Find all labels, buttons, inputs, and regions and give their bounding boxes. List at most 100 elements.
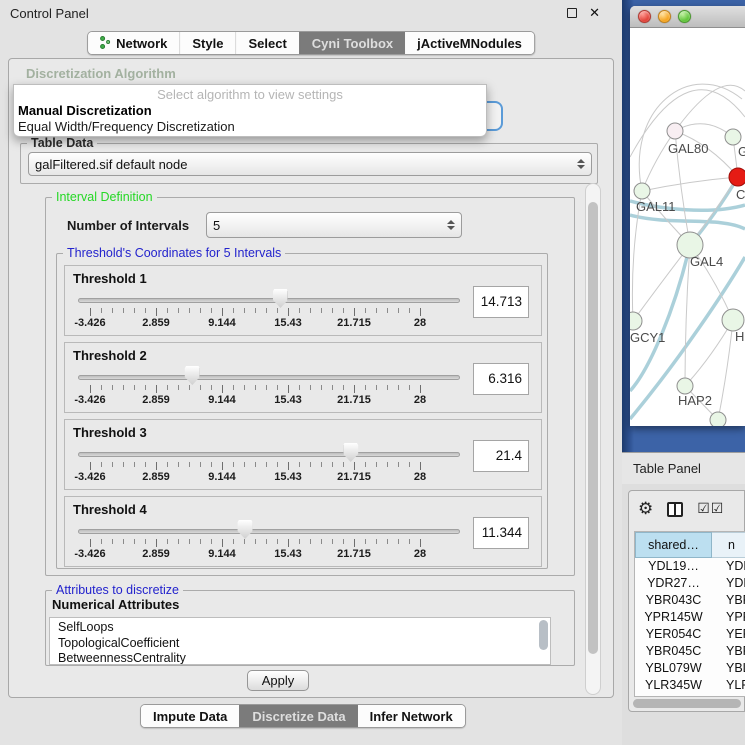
- number-of-intervals-combobox[interactable]: 5: [206, 212, 462, 238]
- float-window-icon[interactable]: [567, 8, 577, 18]
- slider-major-tick: [90, 308, 91, 316]
- table-row[interactable]: YBR045CYBR0: [635, 643, 745, 660]
- slider-major-tick: [156, 308, 157, 316]
- numerical-attributes-list: SelfLoops TopologicalCoefficient Between…: [49, 617, 551, 665]
- tick-label: 21.715: [337, 471, 371, 483]
- node-hap2[interactable]: [677, 378, 693, 394]
- tick-label: -3.426: [74, 317, 105, 329]
- numerical-attributes-label: Numerical Attributes: [52, 597, 179, 612]
- table-row[interactable]: YER054CYER0: [635, 626, 745, 643]
- bottom-tabstrip: Impute Data Discretize Data Infer Networ…: [140, 704, 466, 728]
- table-row[interactable]: YDL19…YDL1: [635, 558, 745, 575]
- network-canvas[interactable]: GAL80 G C GAL11 GAL4 GCY1 H HAP2: [630, 29, 745, 426]
- table-data-combobox[interactable]: galFiltered.sif default node: [28, 152, 592, 176]
- tab-impute-data-label: Impute Data: [153, 709, 227, 724]
- slider-major-tick: [90, 539, 91, 547]
- slider-major-tick: [420, 462, 421, 470]
- tick-label: 28: [414, 471, 426, 483]
- popup-item-manual-discretization[interactable]: Manual Discretization: [14, 103, 486, 119]
- node-attribute-table: shared… n YDL19…YDL1 YDR27…YDR2 YBR043CY…: [634, 531, 745, 697]
- tab-jactivemnodules[interactable]: jActiveMNodules: [405, 32, 534, 54]
- node-bottom[interactable]: [710, 412, 726, 426]
- node-label-g: G: [738, 144, 745, 159]
- tab-style[interactable]: Style: [179, 32, 235, 54]
- right-side: GAL80 G C GAL11 GAL4 GCY1 H HAP2 Table P…: [622, 0, 745, 745]
- close-icon[interactable]: ✕: [589, 8, 600, 18]
- tab-impute-data[interactable]: Impute Data: [141, 705, 239, 727]
- threshold-4-slider-thumb[interactable]: [238, 520, 253, 539]
- tab-select[interactable]: Select: [235, 32, 298, 54]
- slider-major-tick: [90, 462, 91, 470]
- tab-cyni-toolbox-label: Cyni Toolbox: [312, 36, 393, 51]
- popup-item-equal-width[interactable]: Equal Width/Frequency Discretization: [14, 119, 486, 135]
- column-header-shared[interactable]: shared…: [635, 532, 712, 558]
- tab-network[interactable]: Network: [88, 32, 179, 54]
- tab-infer-network[interactable]: Infer Network: [358, 705, 465, 727]
- settings-scrollbar[interactable]: [585, 183, 601, 695]
- zoom-traffic-light[interactable]: [678, 10, 691, 23]
- cell: YBR043C: [635, 592, 712, 609]
- table-row[interactable]: YDR27…YDR2: [635, 575, 745, 592]
- list-item[interactable]: BetweennessCentrality: [58, 651, 550, 665]
- slider-major-tick: [354, 385, 355, 393]
- threshold-1-value-field[interactable]: 14.713: [473, 286, 529, 318]
- table-row[interactable]: YLR345WYLR3: [635, 677, 745, 694]
- apply-button[interactable]: Apply: [247, 670, 309, 691]
- list-scrollbar[interactable]: [539, 620, 548, 650]
- tick-label: -3.426: [74, 471, 105, 483]
- screen: Control Panel ✕ Network Style Select Cyn…: [0, 0, 745, 745]
- table-row[interactable]: YBR043CYBR0: [635, 592, 745, 609]
- threshold-2-slider-thumb[interactable]: [185, 366, 200, 385]
- checkbox-icons[interactable]: ☑☑: [697, 501, 724, 517]
- gear-icon[interactable]: ⚙: [638, 499, 653, 519]
- table-row[interactable]: YPR145WYPR1: [635, 609, 745, 626]
- split-columns-icon[interactable]: [667, 502, 683, 517]
- table-row[interactable]: YBL079WYBL0: [635, 660, 745, 677]
- tick-label: 15.43: [274, 548, 302, 560]
- threshold-3-row: Threshold 3 -3.426 2.859 9.144 15.43 21.…: [64, 419, 542, 490]
- slider-minor-ticks: [90, 462, 420, 467]
- slider-major-tick: [222, 539, 223, 547]
- tick-label: -3.426: [74, 548, 105, 560]
- node-h[interactable]: [722, 309, 744, 331]
- network-icon: [100, 36, 111, 50]
- threshold-2-row: Threshold 2 -3.426 2.859 9.144 15.43 21.…: [64, 342, 542, 413]
- node-gal11[interactable]: [634, 183, 650, 199]
- list-item[interactable]: SelfLoops: [58, 620, 550, 636]
- close-traffic-light[interactable]: [638, 10, 651, 23]
- threshold-3-slider: -3.426 2.859 9.144 15.43 21.715 28: [90, 420, 420, 491]
- popup-placeholder-item[interactable]: Select algorithm to view settings: [14, 87, 486, 103]
- thresholds-group-title: Threshold's Coordinates for 5 Intervals: [63, 246, 285, 261]
- node-red[interactable]: [729, 168, 745, 186]
- threshold-3-value-field[interactable]: 21.4: [473, 440, 529, 472]
- slider-minor-ticks: [90, 539, 420, 544]
- table-data-group-title: Table Data: [27, 136, 97, 151]
- threshold-4-row: Threshold 4 -3.426 2.859 9.144 15.43 21.…: [64, 496, 542, 567]
- node-label-hap2: HAP2: [678, 393, 712, 408]
- column-header-name[interactable]: n: [712, 532, 745, 558]
- table-row[interactable]: YIL053CYIL0: [635, 694, 745, 697]
- slider-major-tick: [156, 539, 157, 547]
- settings-scrollbar-thumb[interactable]: [588, 202, 598, 654]
- node-gcy1[interactable]: [630, 312, 642, 330]
- node-label-c: C: [736, 187, 745, 202]
- threshold-2-value-field[interactable]: 6.316: [473, 363, 529, 395]
- tick-label: 28: [414, 317, 426, 329]
- list-item[interactable]: TopologicalCoefficient: [58, 636, 550, 652]
- threshold-4-value-field[interactable]: 11.344: [473, 517, 529, 549]
- threshold-4-slider: -3.426 2.859 9.144 15.43 21.715 28: [90, 497, 420, 568]
- control-panel-titlebar: Control Panel ✕: [0, 0, 622, 26]
- network-nodes[interactable]: [630, 123, 745, 426]
- control-panel: Control Panel ✕ Network Style Select Cyn…: [0, 0, 622, 745]
- discretization-algorithm-group-title: Discretization Algorithm: [26, 66, 176, 81]
- table-horizontal-scrollbar[interactable]: [633, 699, 741, 708]
- threshold-1-slider-thumb[interactable]: [273, 289, 288, 308]
- tab-cyni-toolbox[interactable]: Cyni Toolbox: [299, 32, 405, 54]
- node-g[interactable]: [725, 129, 741, 145]
- node-gal80[interactable]: [667, 123, 683, 139]
- minimize-traffic-light[interactable]: [658, 10, 671, 23]
- tick-label: 21.715: [337, 548, 371, 560]
- threshold-3-slider-thumb[interactable]: [343, 443, 358, 462]
- tab-discretize-data[interactable]: Discretize Data: [239, 705, 357, 727]
- table-panel-titlebar: Table Panel: [622, 452, 745, 484]
